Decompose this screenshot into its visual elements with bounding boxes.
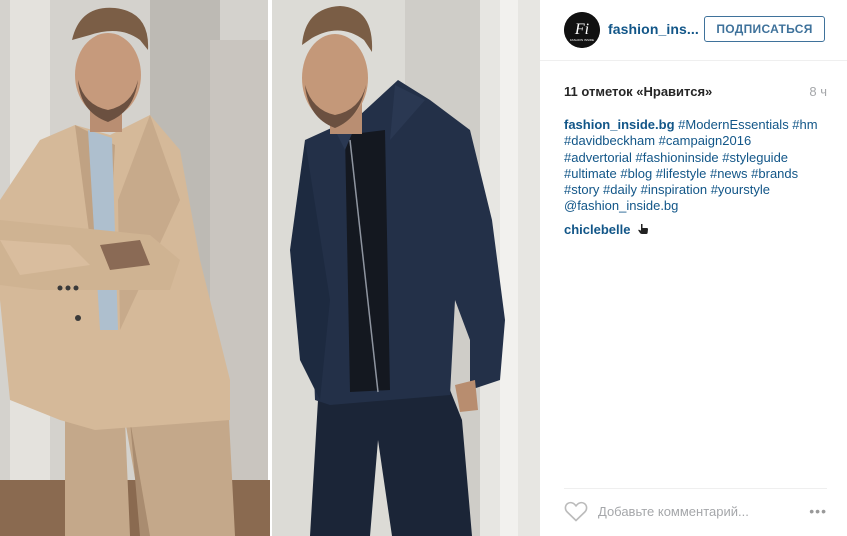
post-photo-art [0,0,540,536]
post-sidebar: Fi FASHION INSIDE fashion_ins... ПОДПИСА… [540,0,847,536]
caption-hashtags-line-2[interactable]: #davidbeckham #campaign2016 [564,133,751,148]
caption-hashtags-line-4[interactable]: #ultimate #blog #lifestyle #news #brands [564,166,798,181]
username-link[interactable]: fashion_ins... [608,21,699,37]
post-caption: fashion_inside.bg #ModernEssentials #hm … [564,117,834,215]
comment-row: chiclebelle [564,222,649,239]
fashion-inside-logo-icon: Fi FASHION INSIDE [564,12,600,48]
post-header: Fi FASHION INSIDE fashion_ins... ПОДПИСА… [540,0,847,61]
svg-text:FASHION INSIDE: FASHION INSIDE [570,38,594,42]
comment-input[interactable] [598,501,788,521]
follow-button[interactable]: ПОДПИСАТЬСЯ [704,16,825,42]
post-time[interactable]: 8 ч [809,84,827,99]
post-footer: ••• [564,488,827,535]
more-options-button[interactable]: ••• [809,503,827,519]
avatar[interactable]: Fi FASHION INSIDE [564,12,600,48]
caption-author-link[interactable]: fashion_inside.bg [564,117,675,132]
caption-hashtags-line-1[interactable]: #ModernEssentials #hm [678,117,817,132]
comment-author-link[interactable]: chiclebelle [564,222,630,237]
likes-count[interactable]: 11 отметок «Нравится» [564,84,712,99]
hand-pointing-icon [637,223,649,239]
caption-mention[interactable]: @fashion_inside.bg [564,198,678,213]
caption-hashtags-line-3[interactable]: #advertorial #fashioninside #styleguide [564,150,788,165]
caption-hashtags-line-5[interactable]: #story #daily #inspiration #yourstyle [564,182,770,197]
heart-icon[interactable] [564,500,588,527]
post-photo[interactable] [0,0,540,536]
svg-text:Fi: Fi [574,21,589,38]
